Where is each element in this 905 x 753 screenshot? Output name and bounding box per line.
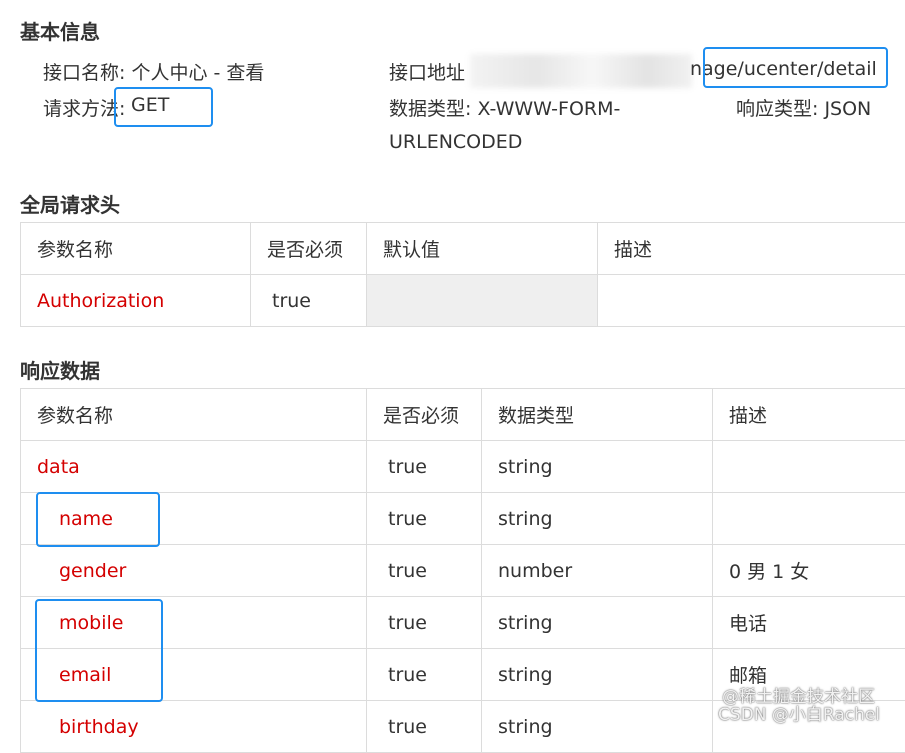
response-data-heading: 响应数据: [20, 355, 100, 384]
param-type: string: [482, 597, 713, 649]
param-desc: [713, 441, 905, 493]
param-required: true: [367, 545, 482, 597]
method-highlight-box: [114, 87, 213, 127]
param-type: string: [482, 701, 713, 753]
param-default: [367, 275, 598, 327]
api-name: 接口名称: 个人中心 - 查看: [43, 58, 264, 85]
table-row: Authorization true: [21, 275, 905, 327]
column-header: 数据类型: [482, 389, 713, 441]
global-headers-heading: 全局请求头: [20, 189, 120, 218]
param-desc: [713, 493, 905, 545]
data-type-line2: URLENCODED: [389, 131, 522, 153]
response-type: 响应类型: JSON: [736, 94, 871, 121]
param-required: true: [367, 649, 482, 701]
column-header: 描述: [598, 223, 905, 275]
param-required: true: [251, 275, 367, 327]
column-header: 描述: [713, 389, 905, 441]
param-name: gender: [21, 545, 367, 597]
table-header-row: 参数名称 是否必须 默认值 描述: [21, 223, 905, 275]
param-desc: 0 男 1 女: [713, 545, 905, 597]
param-name: data: [21, 441, 367, 493]
param-required: true: [367, 701, 482, 753]
param-required: true: [367, 597, 482, 649]
column-header: 是否必须: [251, 223, 367, 275]
param-desc: [598, 275, 905, 327]
param-desc: 电话: [713, 597, 905, 649]
param-name: Authorization: [21, 275, 251, 327]
param-type: string: [482, 441, 713, 493]
name-highlight-box: [36, 492, 160, 547]
table-header-row: 参数名称 是否必须 数据类型 描述: [21, 389, 905, 441]
table-row: gender true number 0 男 1 女: [21, 545, 905, 597]
url-highlight-box: [703, 47, 888, 88]
headers-table: 参数名称 是否必须 默认值 描述 Authorization true: [20, 222, 905, 327]
param-required: true: [367, 441, 482, 493]
api-url-label: 接口地址: [389, 58, 465, 85]
column-header: 参数名称: [21, 389, 367, 441]
column-header: 是否必须: [367, 389, 482, 441]
basic-info-heading: 基本信息: [20, 16, 100, 45]
data-type-line1: 数据类型: X-WWW-FORM-: [389, 94, 620, 121]
param-name: birthday: [21, 701, 367, 753]
column-header: 参数名称: [21, 223, 251, 275]
watermark-csdn: CSDN @小白Rachel: [718, 700, 880, 725]
param-required: true: [367, 493, 482, 545]
mobile-email-highlight-box: [35, 599, 163, 702]
param-type: string: [482, 493, 713, 545]
redacted-url-blur: [470, 54, 692, 88]
column-header: 默认值: [367, 223, 598, 275]
table-row: data true string: [21, 441, 905, 493]
param-type: string: [482, 649, 713, 701]
param-type: number: [482, 545, 713, 597]
